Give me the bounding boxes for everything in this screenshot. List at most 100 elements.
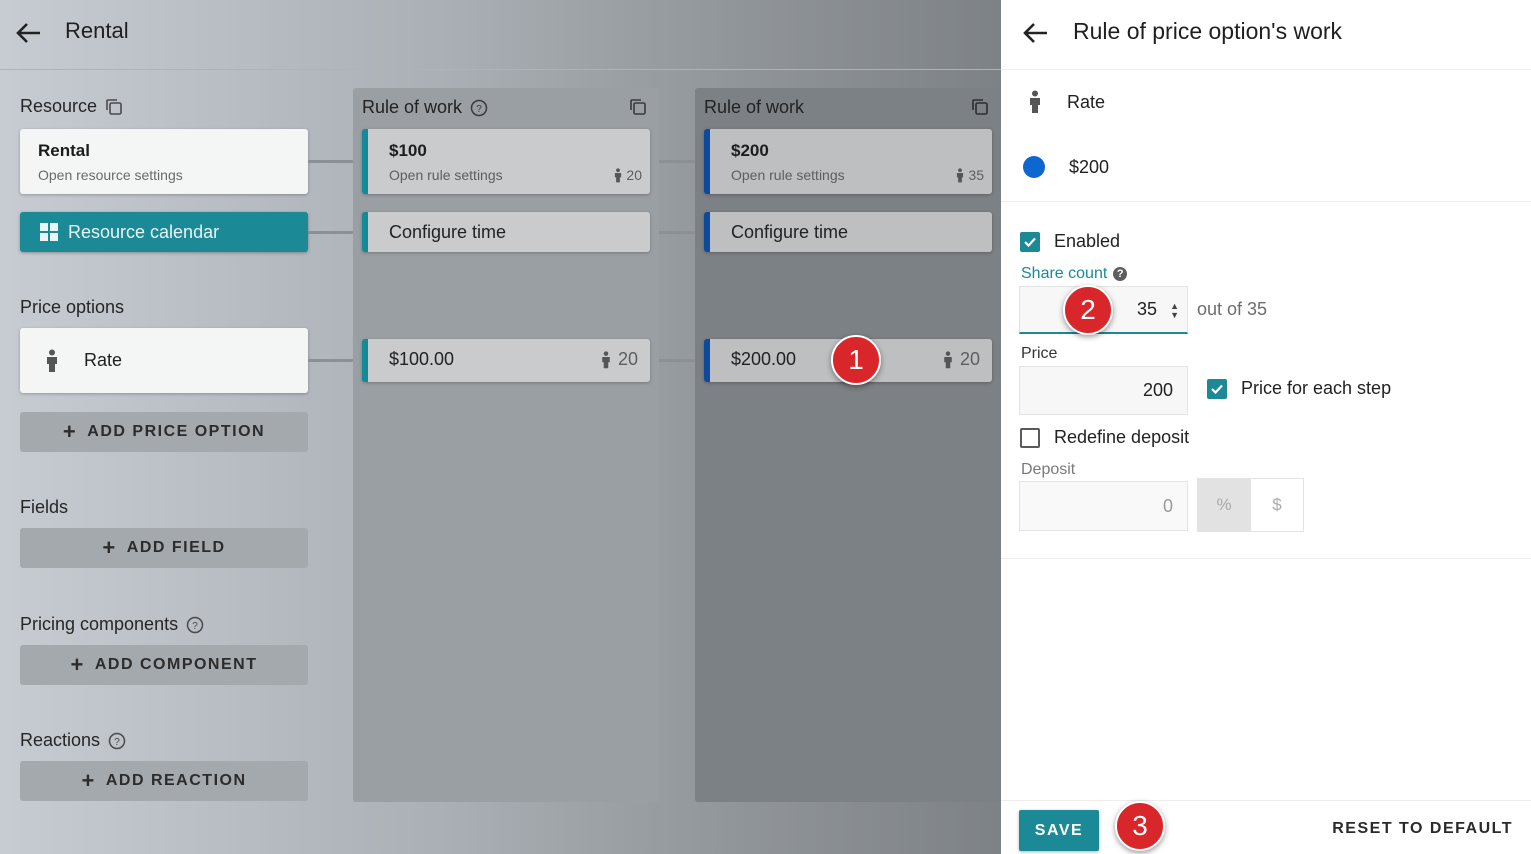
help-icon[interactable]: ?: [186, 616, 204, 634]
back-arrow-icon[interactable]: [14, 18, 44, 48]
resource-card[interactable]: Rental Open resource settings: [20, 129, 308, 194]
add-reaction-label: ADD REACTION: [105, 772, 247, 789]
column-title: Rule of work: [704, 97, 804, 118]
person-icon: [47, 349, 57, 372]
app-background: Rental Resource Rental Open resource set…: [0, 0, 1001, 854]
copy-icon[interactable]: [105, 98, 123, 116]
rule-label: $200: [1069, 156, 1110, 177]
grid-icon: [40, 223, 58, 241]
add-price-option-label: ADD PRICE OPTION: [87, 423, 266, 440]
resource-label: Resource: [20, 96, 98, 116]
resource-calendar-label: Resource calendar: [68, 221, 220, 242]
price-each-step-row[interactable]: Price for each step: [1207, 378, 1391, 399]
rule-card[interactable]: $100 Open rule settings 20: [362, 129, 650, 194]
redefine-deposit-checkbox[interactable]: [1020, 427, 1040, 448]
deposit-label: Deposit: [1021, 461, 1076, 478]
price-input-value: 200: [1142, 380, 1173, 400]
plus-icon: +: [81, 768, 96, 793]
reset-to-default-button[interactable]: RESET TO DEFAULT: [1332, 820, 1513, 838]
add-field-label: ADD FIELD: [126, 539, 226, 556]
price-options-label: Price options: [20, 297, 125, 317]
svg-text:?: ?: [114, 737, 120, 748]
spinner-icon[interactable]: ▲ ▼: [1170, 302, 1179, 320]
rule-title: $100: [389, 141, 427, 160]
back-arrow-icon[interactable]: [1021, 18, 1051, 48]
rule-count-value: 20: [626, 167, 642, 183]
panel-title: Rule of price option's work: [1073, 18, 1343, 44]
rule-of-work-column-1: Rule of work ? $100 Open rule settings 2…: [353, 88, 659, 802]
add-component-button[interactable]: + ADD COMPONENT: [20, 645, 308, 685]
add-field-button[interactable]: + ADD FIELD: [20, 528, 308, 568]
price-card[interactable]: $100.00 20: [362, 339, 650, 382]
column-title: Rule of work ?: [362, 97, 488, 118]
rule-subtitle: Open rule settings: [731, 167, 845, 183]
rule-count-value: 35: [968, 167, 984, 183]
configure-time-label: Configure time: [389, 222, 507, 242]
plus-icon: +: [70, 652, 85, 677]
step-marker-3: 3: [1115, 801, 1165, 851]
add-reaction-button[interactable]: + ADD REACTION: [20, 761, 308, 801]
deposit-input-value: 0: [1162, 495, 1173, 516]
rule-title: $200: [731, 141, 769, 160]
price-each-step-label: Price for each step: [1241, 378, 1392, 398]
help-icon[interactable]: ?: [470, 99, 488, 117]
rate-row: Rate: [1027, 90, 1105, 114]
deposit-percent-toggle[interactable]: %: [1197, 478, 1251, 532]
price-value: $100.00: [389, 349, 455, 369]
panel-header: Rule of price option's work: [1001, 0, 1531, 70]
price-option-card[interactable]: Rate: [20, 328, 308, 393]
enabled-label: Enabled: [1054, 231, 1121, 251]
reactions-label: Reactions: [20, 730, 101, 750]
plus-icon: +: [102, 535, 117, 560]
page-title: Rental: [65, 18, 129, 43]
price-input[interactable]: 200: [1019, 366, 1188, 415]
resource-section-label: Resource: [20, 96, 123, 117]
add-price-option-button[interactable]: + ADD PRICE OPTION: [20, 412, 308, 452]
price-value: $200.00: [731, 349, 797, 369]
rate-label: Rate: [1067, 91, 1106, 112]
price-count: 20: [942, 349, 980, 370]
redefine-deposit-label: Redefine deposit: [1054, 427, 1190, 447]
rule-color-dot: [1023, 156, 1045, 178]
price-label: Price: [1021, 345, 1058, 362]
pricing-components-section-label: Pricing components ?: [20, 614, 204, 635]
person-icon: [944, 350, 952, 368]
configure-time-card[interactable]: Configure time: [362, 212, 650, 252]
share-count-value: 35: [1136, 299, 1157, 319]
save-button[interactable]: SAVE: [1019, 810, 1099, 851]
configure-time-card[interactable]: Configure time: [704, 212, 992, 252]
help-icon[interactable]: ?: [1113, 267, 1128, 281]
divider: [1001, 201, 1531, 202]
fields-label: Fields: [20, 497, 69, 517]
divider: [1001, 800, 1531, 801]
check-icon: [1024, 237, 1036, 247]
person-icon: [1030, 90, 1040, 113]
price-count: 20: [600, 349, 638, 370]
deposit-dollar-toggle[interactable]: $: [1250, 478, 1304, 532]
app-header: Rental: [0, 0, 1001, 70]
add-component-label: ADD COMPONENT: [94, 656, 258, 673]
rule-count: 35: [955, 167, 984, 183]
price-each-step-checkbox[interactable]: [1207, 378, 1227, 399]
person-icon: [957, 167, 964, 182]
deposit-input[interactable]: 0: [1019, 481, 1188, 531]
resource-calendar-button[interactable]: Resource calendar: [20, 212, 308, 252]
redefine-deposit-row[interactable]: Redefine deposit: [1020, 427, 1189, 448]
help-icon[interactable]: ?: [108, 732, 126, 750]
price-count-value: 20: [959, 349, 980, 369]
copy-icon[interactable]: [629, 98, 647, 116]
copy-icon[interactable]: [971, 98, 989, 116]
person-icon: [615, 167, 622, 182]
enabled-checkbox[interactable]: [1020, 231, 1040, 252]
svg-text:?: ?: [476, 104, 482, 115]
pricing-components-label: Pricing components: [20, 614, 179, 634]
rule-row: $200: [1023, 156, 1109, 178]
plus-icon: +: [62, 419, 78, 444]
column-title-text: Rule of work: [362, 97, 463, 117]
reactions-section-label: Reactions ?: [20, 730, 126, 751]
rule-subtitle: Open rule settings: [389, 167, 503, 183]
rule-card[interactable]: $200 Open rule settings 35: [704, 129, 992, 194]
rule-of-work-column-2: Rule of work $200 Open rule settings 35 …: [695, 88, 1001, 802]
enabled-row[interactable]: Enabled: [1020, 231, 1120, 252]
price-option-label: Rate: [84, 350, 123, 370]
